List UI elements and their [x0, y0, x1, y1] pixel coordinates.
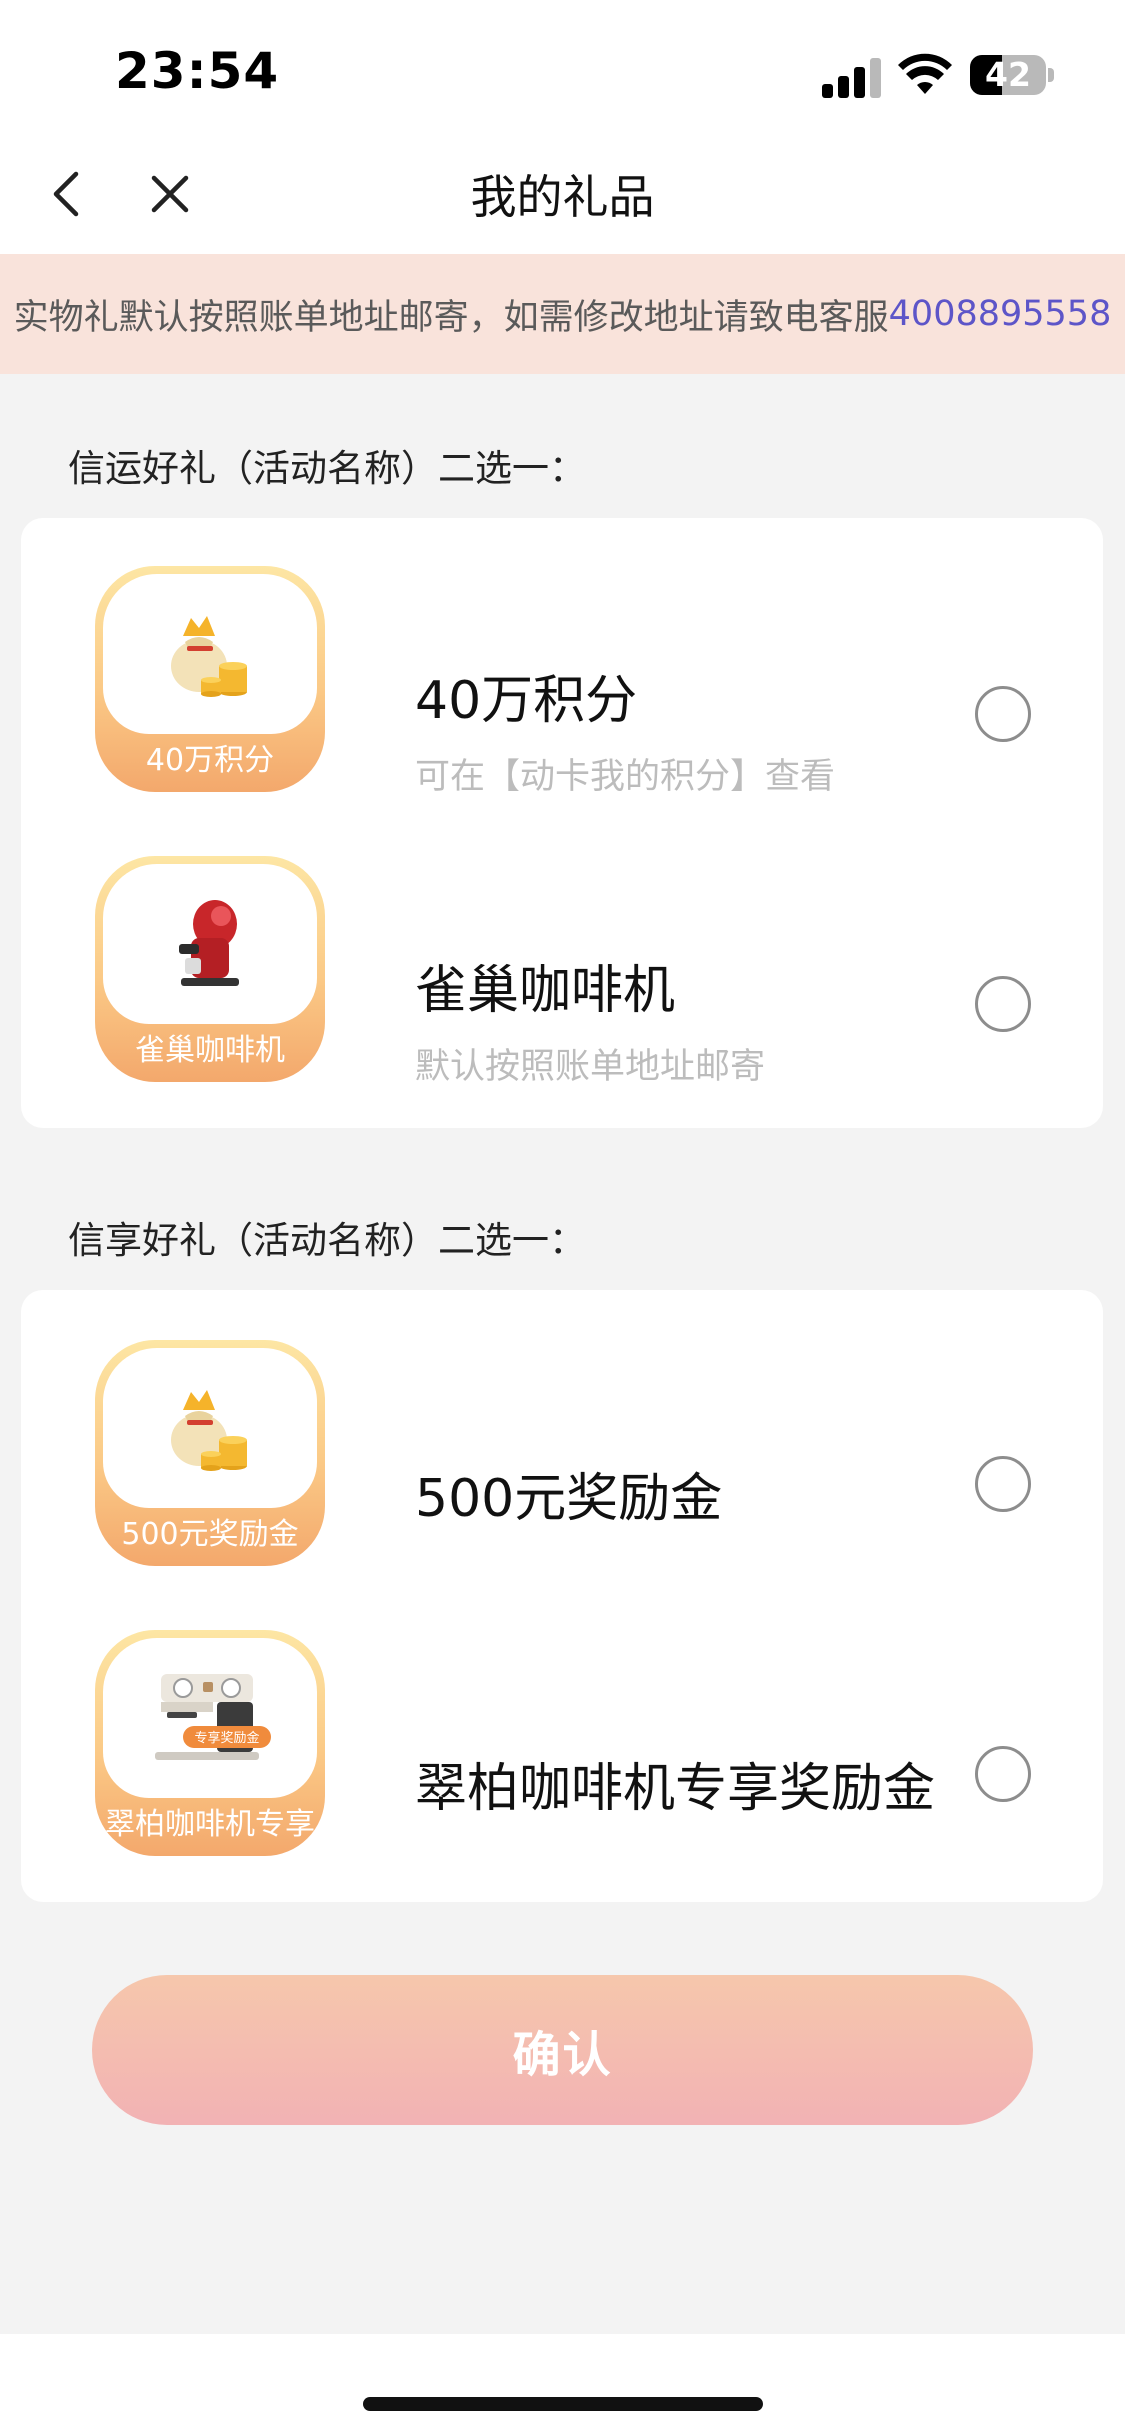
gift-radio-button[interactable]	[975, 976, 1031, 1032]
customer-service-phone-link[interactable]: 4008895558	[889, 294, 1112, 334]
money-bag-coins-icon	[171, 1390, 247, 1471]
gift-group-card: 500元奖励金 500元奖励金 专享奖励金 翠柏咖啡机专享 翠柏咖啡机专享奖励金	[21, 1290, 1103, 1902]
gift-thumbnail: 500元奖励金	[95, 1340, 325, 1566]
gift-thumbnail-label: 40万积分	[145, 743, 275, 778]
status-time: 23:54	[115, 42, 280, 100]
close-icon[interactable]	[140, 162, 200, 226]
gift-thumbnail: 40万积分	[95, 566, 325, 792]
gift-title: 翠柏咖啡机专享奖励金	[415, 1759, 936, 1819]
gift-thumbnail: 雀巢咖啡机	[95, 856, 325, 1082]
gift-thumbnail-label: 500元奖励金	[121, 1517, 299, 1552]
cellular-signal-icon	[822, 56, 882, 98]
gift-group-card: 40万积分 40万积分 可在【动卡我的积分】查看 雀巢咖啡机 雀巢咖啡机 默认按…	[21, 518, 1103, 1128]
navigation-bar: 我的礼品	[0, 140, 1125, 254]
address-notice-banner: 实物礼默认按照账单地址邮寄，如需修改地址请致电客服 4008895558	[0, 254, 1125, 374]
gift-thumbnail-label: 雀巢咖啡机	[135, 1033, 285, 1068]
notice-text: 实物礼默认按照账单地址邮寄，如需修改地址请致电客服	[13, 297, 889, 338]
group-title: 信运好礼（活动名称）二选一：	[68, 447, 586, 490]
battery-icon: 42	[970, 55, 1054, 95]
gift-subtitle: 默认按照账单地址邮寄	[415, 1047, 766, 1087]
espresso-machine-icon: 专享奖励金	[155, 1674, 271, 1760]
group-title: 信享好礼（活动名称）二选一：	[68, 1219, 586, 1262]
bottom-safe-area	[0, 2334, 1125, 2435]
gift-radio-button[interactable]	[975, 1456, 1031, 1512]
confirm-button[interactable]: 确认	[92, 1975, 1033, 2125]
gift-radio-button[interactable]	[975, 1746, 1031, 1802]
gift-title: 500元奖励金	[415, 1469, 723, 1529]
gift-option[interactable]: 40万积分 40万积分 可在【动卡我的积分】查看	[21, 566, 1103, 806]
chevron-left-icon[interactable]	[40, 162, 96, 226]
thumbnail-badge: 专享奖励金	[194, 1730, 259, 1746]
money-bag-coins-icon	[171, 616, 247, 697]
home-indicator[interactable]	[363, 2397, 763, 2411]
battery-level: 42	[985, 55, 1031, 94]
gift-subtitle: 可在【动卡我的积分】查看	[415, 757, 836, 797]
gift-radio-button[interactable]	[975, 686, 1031, 742]
gift-option[interactable]: 500元奖励金 500元奖励金	[21, 1340, 1103, 1580]
gift-title: 40万积分	[415, 671, 638, 731]
status-bar: 23:54 42	[0, 0, 1125, 140]
gift-option[interactable]: 专享奖励金 翠柏咖啡机专享 翠柏咖啡机专享奖励金	[21, 1630, 1103, 1870]
gift-option[interactable]: 雀巢咖啡机 雀巢咖啡机 默认按照账单地址邮寄	[21, 856, 1103, 1096]
red-coffee-machine-icon	[179, 900, 239, 986]
wifi-icon	[898, 53, 952, 94]
gift-thumbnail-label: 翠柏咖啡机专享	[105, 1807, 315, 1842]
gift-thumbnail: 专享奖励金 翠柏咖啡机专享	[95, 1630, 325, 1856]
gift-title: 雀巢咖啡机	[415, 961, 676, 1021]
